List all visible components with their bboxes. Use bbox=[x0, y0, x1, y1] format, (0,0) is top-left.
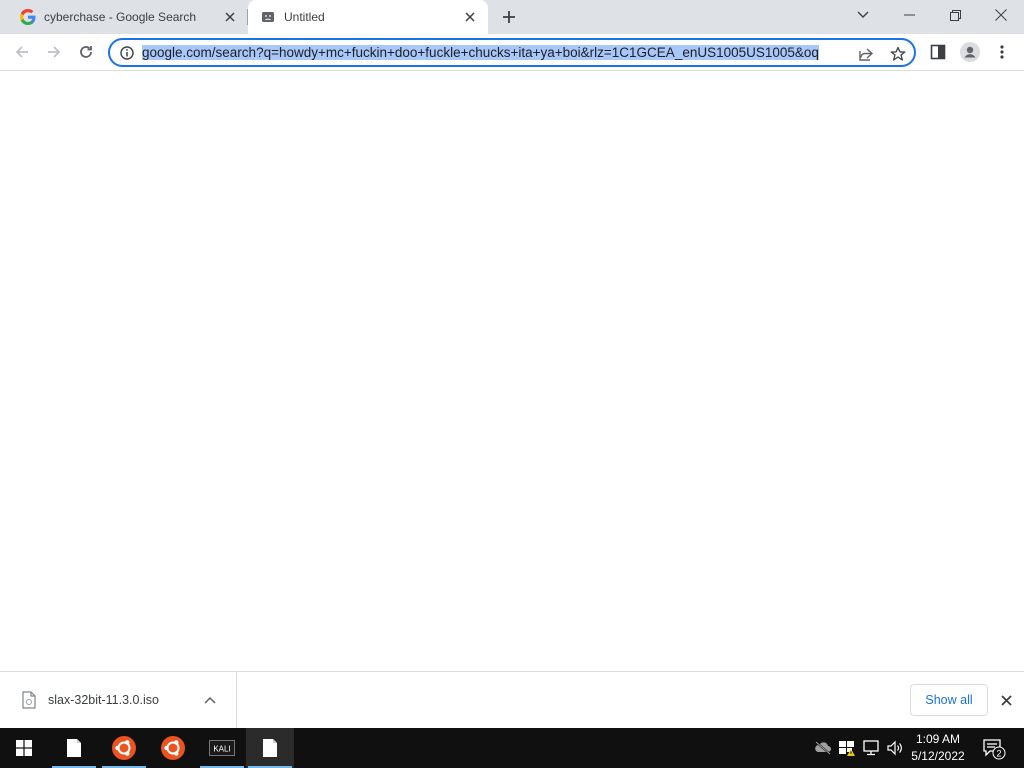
back-button[interactable] bbox=[8, 38, 36, 66]
tab-strip: cyberchase - Google Search Untitled bbox=[0, 0, 1024, 34]
restore-button[interactable] bbox=[932, 0, 978, 30]
avatar-icon bbox=[960, 42, 980, 62]
tab-search-button[interactable] bbox=[840, 0, 886, 30]
download-item[interactable]: slax-32bit-11.3.0.iso bbox=[0, 672, 237, 728]
forward-button[interactable] bbox=[40, 38, 68, 66]
close-shelf-button[interactable] bbox=[996, 690, 1016, 710]
close-icon bbox=[1000, 694, 1012, 706]
download-filename: slax-32bit-11.3.0.iso bbox=[48, 693, 159, 707]
chevron-up-icon[interactable] bbox=[200, 690, 220, 710]
page-content[interactable] bbox=[0, 71, 1024, 671]
show-all-button[interactable]: Show all bbox=[910, 684, 988, 716]
network-icon[interactable] bbox=[861, 738, 881, 758]
tab-google-search[interactable]: cyberchase - Google Search bbox=[8, 0, 248, 34]
taskbar-app-document-active[interactable] bbox=[246, 728, 294, 768]
volume-icon[interactable] bbox=[885, 738, 905, 758]
taskbar-app-document[interactable] bbox=[50, 728, 98, 768]
svg-text:KALI: KALI bbox=[213, 745, 230, 754]
arrow-left-icon bbox=[15, 46, 28, 58]
system-clock[interactable]: 1:09 AM 5/12/2022 bbox=[906, 731, 970, 765]
bookmark-star-icon[interactable] bbox=[888, 44, 908, 64]
url-text[interactable]: google.com/search?q=howdy+mc+fuckin+doo+… bbox=[142, 44, 848, 62]
side-panel-button[interactable] bbox=[924, 38, 952, 66]
close-window-button[interactable] bbox=[978, 0, 1024, 30]
file-document-icon bbox=[263, 739, 277, 757]
download-shelf: slax-32bit-11.3.0.iso Show all bbox=[0, 671, 1024, 728]
profile-button[interactable] bbox=[956, 38, 984, 66]
onedrive-offline-icon[interactable] bbox=[813, 738, 833, 758]
restore-icon bbox=[949, 9, 961, 21]
url-selection: google.com/search?q=howdy+mc+fuckin+doo+… bbox=[142, 44, 819, 60]
reload-icon bbox=[80, 46, 92, 58]
windows-security-icon[interactable] bbox=[837, 738, 857, 758]
minimize-button[interactable] bbox=[886, 0, 932, 30]
kali-icon: KALI bbox=[209, 740, 235, 756]
tab-untitled[interactable]: Untitled bbox=[248, 0, 488, 34]
close-icon[interactable] bbox=[220, 7, 240, 27]
ubuntu-icon bbox=[112, 736, 136, 760]
clock-time: 1:09 AM bbox=[915, 732, 961, 746]
taskbar-app-ubuntu[interactable] bbox=[100, 728, 148, 768]
arrow-right-icon bbox=[48, 46, 61, 58]
browser-toolbar: google.com/search?q=howdy+mc+fuckin+doo+… bbox=[0, 34, 1024, 71]
start-button[interactable] bbox=[0, 728, 48, 768]
menu-button[interactable] bbox=[988, 38, 1016, 66]
windows-logo-icon bbox=[16, 740, 32, 756]
taskbar-app-kali[interactable]: KALI bbox=[198, 728, 246, 768]
side-panel-icon bbox=[930, 44, 946, 60]
tab-title: cyberchase - Google Search bbox=[44, 10, 197, 24]
notification-center-button[interactable]: 2 bbox=[982, 736, 1006, 760]
info-icon[interactable] bbox=[118, 44, 136, 62]
more-vert-icon bbox=[1000, 45, 1004, 59]
close-icon bbox=[995, 9, 1007, 21]
google-g-icon bbox=[20, 9, 36, 25]
sad-page-icon bbox=[260, 9, 276, 25]
notification-icon: 2 bbox=[983, 739, 1006, 760]
close-icon[interactable] bbox=[460, 7, 480, 27]
ubuntu-icon bbox=[161, 736, 185, 760]
plus-icon bbox=[503, 11, 515, 23]
share-icon[interactable] bbox=[856, 44, 876, 64]
minimize-icon bbox=[903, 14, 915, 16]
svg-text:2: 2 bbox=[996, 749, 1001, 759]
clock-date: 5/12/2022 bbox=[911, 749, 965, 763]
reload-button[interactable] bbox=[72, 38, 100, 66]
tab-title: Untitled bbox=[284, 10, 325, 24]
new-tab-button[interactable] bbox=[498, 6, 520, 28]
chevron-down-icon bbox=[857, 11, 869, 18]
address-bar[interactable]: google.com/search?q=howdy+mc+fuckin+doo+… bbox=[108, 38, 916, 67]
windows-taskbar: KALI 1:09 AM 5/12/2022 2 bbox=[0, 728, 1024, 768]
file-document-icon bbox=[67, 739, 81, 757]
file-icon bbox=[22, 691, 36, 709]
taskbar-app-ubuntu[interactable] bbox=[149, 728, 197, 768]
